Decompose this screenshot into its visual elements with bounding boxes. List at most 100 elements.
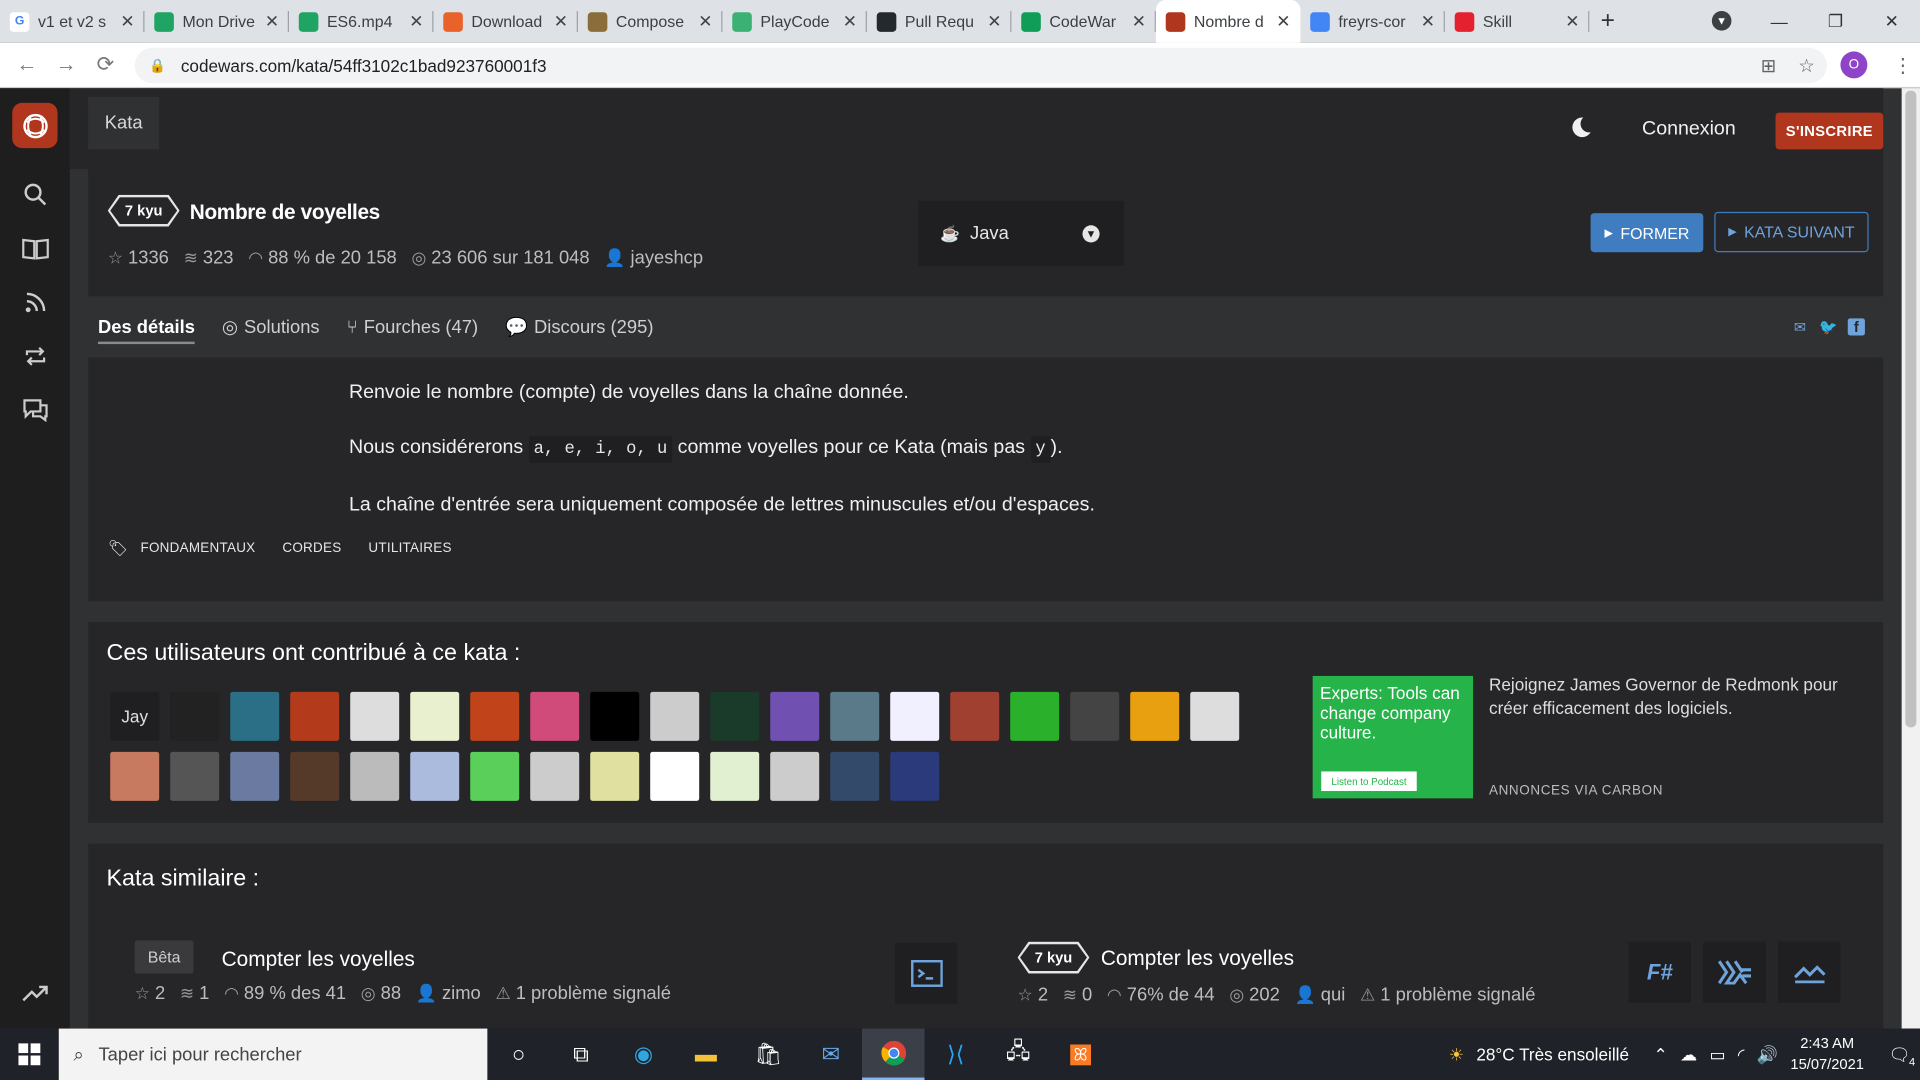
author-name[interactable]: qui xyxy=(1321,984,1346,1005)
avatar[interactable] xyxy=(230,751,280,801)
close-tab-icon[interactable]: ✕ xyxy=(1276,11,1290,32)
avatar[interactable] xyxy=(890,691,940,741)
mail-icon[interactable]: ✉ xyxy=(800,1029,862,1080)
repeat-icon[interactable] xyxy=(21,342,50,371)
avatar[interactable] xyxy=(1070,691,1120,741)
similar-kata-title[interactable]: Compter les voyelles xyxy=(222,948,415,972)
scrollbar-thumb[interactable] xyxy=(1905,90,1917,728)
avatar[interactable] xyxy=(410,751,460,801)
fsharp-icon[interactable]: F# xyxy=(1628,941,1692,1003)
avatar[interactable] xyxy=(950,691,1000,741)
avatar[interactable] xyxy=(830,751,880,801)
avatar[interactable] xyxy=(590,751,640,801)
battery-icon[interactable]: ▭ xyxy=(1709,1044,1725,1065)
author-name[interactable]: jayeshcp xyxy=(631,247,703,268)
signup-button[interactable]: S'INSCRIRE xyxy=(1775,112,1884,150)
avatar[interactable] xyxy=(350,751,400,801)
dark-mode-moon-icon[interactable] xyxy=(1569,115,1593,139)
tab-search-icon[interactable]: ▼ xyxy=(1711,11,1732,31)
close-tab-icon[interactable]: ✕ xyxy=(1421,11,1435,32)
wifi-icon[interactable]: ◜ xyxy=(1738,1044,1745,1065)
browser-tab[interactable]: Pull Requ ✕ xyxy=(867,0,1012,43)
close-tab-icon[interactable]: ✕ xyxy=(698,11,712,32)
email-share-icon[interactable]: ✉ xyxy=(1791,318,1808,335)
avatar[interactable] xyxy=(770,751,820,801)
avatar[interactable] xyxy=(530,751,580,801)
avatar[interactable] xyxy=(470,691,520,741)
translate-icon[interactable]: ⊞ xyxy=(1761,54,1776,77)
avatar[interactable] xyxy=(350,691,400,741)
star-icon[interactable]: ☆ xyxy=(1018,984,1033,1005)
star-icon[interactable]: ☆ xyxy=(135,983,150,1004)
trending-icon[interactable] xyxy=(21,978,50,1007)
star-icon[interactable]: ☆ xyxy=(108,247,123,268)
volume-icon[interactable]: 🔊 xyxy=(1757,1044,1778,1065)
tag-item[interactable]: FONDAMENTAUX xyxy=(140,541,255,556)
carbon-ad-image[interactable]: Experts: Tools can change company cultur… xyxy=(1312,675,1474,799)
browser-tab[interactable]: Skill ✕ xyxy=(1445,0,1590,43)
avatar[interactable] xyxy=(830,691,880,741)
forward-button[interactable]: → xyxy=(47,45,86,84)
profile-avatar[interactable]: O xyxy=(1840,51,1868,79)
avatar[interactable] xyxy=(590,691,640,741)
similar-kata-title[interactable]: Compter les voyelles xyxy=(1101,947,1294,971)
weather-text[interactable]: 28°C Très ensoleillé xyxy=(1476,1044,1629,1064)
file-explorer-icon[interactable]: ▬ xyxy=(675,1029,737,1080)
avatar[interactable] xyxy=(230,691,280,741)
page-scrollbar[interactable] xyxy=(1901,88,1920,1029)
terminal-icon[interactable] xyxy=(895,942,958,1005)
notification-icon[interactable]: 🗨 4 xyxy=(1888,1044,1915,1067)
close-tab-icon[interactable]: ✕ xyxy=(265,11,279,32)
browser-tab[interactable]: freyrs-cor ✕ xyxy=(1300,0,1445,43)
tab-solutions[interactable]: ◎ Solutions xyxy=(222,316,320,338)
browser-tab[interactable]: ES6.mp4 ✕ xyxy=(289,0,434,43)
new-tab-button[interactable]: + xyxy=(1589,0,1626,43)
control-panel-icon[interactable]: 🖧 xyxy=(987,1029,1049,1080)
xampp-icon[interactable]: ꕤ xyxy=(1049,1029,1111,1080)
avatar[interactable]: Jay xyxy=(110,691,160,741)
twitter-share-icon[interactable]: 🐦 xyxy=(1819,318,1837,335)
avatar[interactable] xyxy=(890,751,940,801)
tag-item[interactable]: UTILITAIRES xyxy=(368,541,451,556)
search-icon[interactable] xyxy=(21,180,50,209)
minimize-button[interactable]: — xyxy=(1751,0,1807,43)
avatar[interactable] xyxy=(290,691,340,741)
onedrive-icon[interactable]: ☁ xyxy=(1680,1044,1697,1065)
next-kata-button[interactable]: ▶ KATA SUIVANT xyxy=(1714,211,1869,253)
avatar[interactable] xyxy=(170,751,220,801)
taskbar-search-input[interactable]: ⌕ Taper ici pour rechercher xyxy=(58,1028,488,1080)
reload-button[interactable]: ⟳ xyxy=(86,45,125,84)
browser-tab[interactable]: CodeWar ✕ xyxy=(1011,0,1156,43)
tab-discourse[interactable]: 💬 Discours (295) xyxy=(505,316,653,338)
ad-copy[interactable]: Rejoignez James Governor de Redmonk pour… xyxy=(1489,673,1881,720)
maximize-button[interactable]: ❐ xyxy=(1807,0,1863,43)
browser-tab[interactable]: Gv1 et v2 s ✕ xyxy=(0,0,145,43)
elm-icon[interactable] xyxy=(1777,941,1841,1003)
close-tab-icon[interactable]: ✕ xyxy=(409,11,423,32)
browser-tab[interactable]: Compose ✕ xyxy=(578,0,723,43)
login-link[interactable]: Connexion xyxy=(1642,119,1736,141)
close-window-button[interactable]: ✕ xyxy=(1864,0,1920,43)
close-tab-icon[interactable]: ✕ xyxy=(1132,11,1146,32)
browser-tab[interactable]: Nombre d ✕ xyxy=(1155,0,1301,43)
vscode-icon[interactable]: ⟩⟨ xyxy=(924,1029,986,1080)
avatar[interactable] xyxy=(1010,691,1060,741)
back-button[interactable]: ← xyxy=(7,45,46,84)
author-name[interactable]: zimo xyxy=(442,983,481,1004)
avatar[interactable] xyxy=(530,691,580,741)
browser-menu-icon[interactable]: ⋮ xyxy=(1893,54,1913,78)
task-view-icon[interactable]: ⧉ xyxy=(550,1029,612,1080)
bookmark-star-icon[interactable]: ☆ xyxy=(1798,54,1814,77)
avatar[interactable] xyxy=(410,691,460,741)
avatar[interactable] xyxy=(710,751,760,801)
tab-forks[interactable]: ⑂ Fourches (47) xyxy=(347,317,478,338)
avatar[interactable] xyxy=(170,691,220,741)
chevron-up-icon[interactable]: ⌃ xyxy=(1653,1044,1667,1065)
tag-item[interactable]: CORDES xyxy=(282,541,341,556)
avatar[interactable] xyxy=(110,751,160,801)
tab-details[interactable]: Des détails xyxy=(97,317,195,344)
close-tab-icon[interactable]: ✕ xyxy=(1565,11,1579,32)
ad-footer[interactable]: ANNONCES VIA CARBON xyxy=(1489,784,1663,799)
feed-icon[interactable] xyxy=(21,288,50,317)
browser-tab[interactable]: PlayCode ✕ xyxy=(722,0,867,43)
